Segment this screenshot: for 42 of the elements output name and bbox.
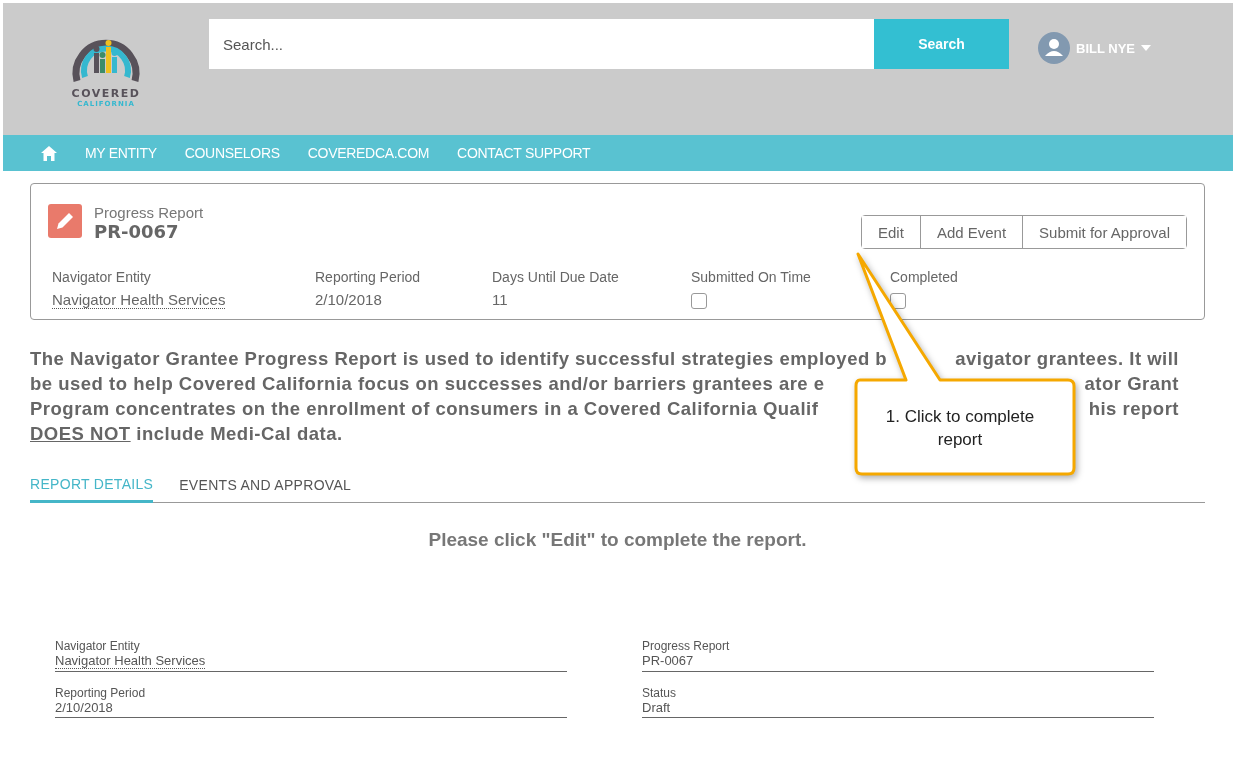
home-icon[interactable] <box>41 145 57 161</box>
field-label: Completed <box>890 269 959 285</box>
field-label: Navigator Entity <box>52 269 152 285</box>
nav-link[interactable]: CONTACT SUPPORT <box>457 145 591 161</box>
instruction-text: Please click "Edit" to complete the report. <box>427 529 808 551</box>
nav-link[interactable]: COUNSELORS <box>184 145 280 161</box>
intro-text: his report <box>1088 397 1179 421</box>
field-label: Reporting Period <box>315 269 422 285</box>
field-value: Draft <box>642 700 672 715</box>
field-link[interactable]: Navigator Health Services <box>52 291 226 309</box>
field-label: Status <box>642 686 678 700</box>
field-value: PR-0067 <box>642 653 695 668</box>
nav-link[interactable]: MY ENTITY <box>85 145 157 161</box>
checkbox[interactable] <box>691 293 707 309</box>
logo-wordmark: COVERED <box>71 87 141 100</box>
field-value: 11 <box>492 291 509 308</box>
intro-text: Program concentrates on the enrollment of consumers in a Covered California Qualif <box>30 397 819 421</box>
tab[interactable]: REPORT DETAILS <box>30 476 154 503</box>
field-value: 2/10/2018 <box>55 700 114 715</box>
tab[interactable]: EVENTS AND APPROVAL <box>179 476 352 502</box>
record-type: Progress Report <box>94 204 204 221</box>
field-label: Progress Report <box>642 639 731 653</box>
field-link[interactable]: Navigator Health Services <box>55 653 206 669</box>
search-button[interactable]: Search <box>874 19 1009 69</box>
field-label: Submitted On Time <box>691 269 812 285</box>
nav-link[interactable]: COVEREDCA.COM <box>307 145 430 161</box>
search-field[interactable]: Search... <box>209 19 874 69</box>
field-label: Navigator Entity <box>55 639 141 653</box>
intro-text: DOES NOT include Medi-Cal data. <box>30 422 343 446</box>
intro-text: avigator grantees. It will <box>955 347 1179 371</box>
pencil-icon <box>48 204 82 238</box>
callout-text: 1. Click to complete report <box>884 406 1036 451</box>
intro-text: The Navigator Grantee Progress Report is used to identify successful strategies employed b <box>30 347 888 371</box>
record-title: PR-0067 <box>94 221 180 242</box>
field-value: 2/10/2018 <box>315 291 383 308</box>
intro-text: be used to help Covered California focus on successes and/or barriers grantees are e <box>30 372 825 396</box>
intro-text: ator Grant <box>1084 372 1179 396</box>
action-button[interactable]: Submit for Approval <box>1022 216 1186 248</box>
field-label: Days Until Due Date <box>492 269 620 285</box>
caret-icon <box>1141 45 1151 51</box>
user-avatar-icon <box>1038 32 1070 64</box>
field-label: Reporting Period <box>55 686 147 700</box>
